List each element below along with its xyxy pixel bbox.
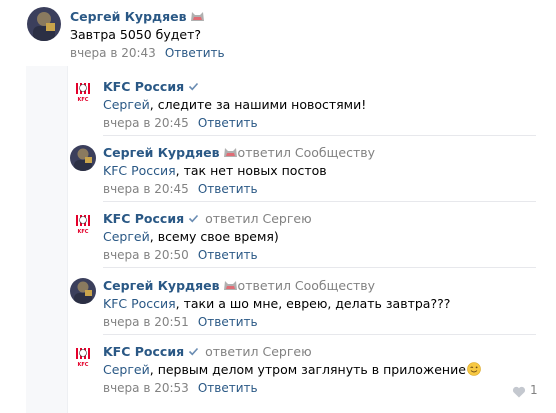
mention-link[interactable]: Сергей — [103, 362, 150, 377]
comment-date[interactable]: вчера в 20:50 — [103, 248, 189, 262]
cat-emoji-icon — [223, 281, 237, 290]
comment-author[interactable]: Сергей Курдяев — [103, 145, 220, 160]
comment-author[interactable]: Сергей Курдяев — [70, 9, 187, 24]
reply-button[interactable]: Ответить — [198, 116, 258, 130]
replied-to-link[interactable]: ответил Сергею — [205, 211, 312, 226]
comment-author[interactable]: KFC Россия — [103, 211, 184, 226]
wink-emoji-icon — [467, 362, 481, 376]
reply-button[interactable]: Ответить — [198, 315, 258, 329]
svg-text:KFC: KFC — [78, 362, 89, 368]
like-count[interactable]: 1 — [530, 383, 538, 397]
comment-date[interactable]: вчера в 20:45 — [103, 116, 189, 130]
verified-check-icon — [189, 214, 199, 223]
comment-text: , всему свое время) — [149, 229, 279, 244]
comment-text: , так нет новых постов — [175, 163, 327, 178]
kfc-logo-icon: KFC — [70, 211, 96, 237]
mention-link[interactable]: Сергей — [103, 229, 150, 244]
cat-emoji-icon — [223, 148, 237, 157]
comment-author[interactable]: Сергей Курдяев — [103, 278, 220, 293]
divider — [103, 267, 536, 268]
comment-date[interactable]: вчера в 20:51 — [103, 315, 189, 329]
divider — [103, 334, 536, 335]
kfc-logo-icon: KFC — [70, 344, 96, 370]
replied-to-link[interactable]: ответил Сообществу — [238, 145, 375, 160]
comment-text: Завтра 5050 будет? — [70, 27, 202, 42]
divider — [103, 135, 536, 136]
comment-author[interactable]: KFC Россия — [103, 344, 184, 359]
mention-link[interactable]: KFC Россия — [103, 163, 176, 178]
kfc-logo-icon: KFC — [70, 79, 96, 105]
comments-thread: Сергей Курдяев Завтра 5050 будет? вчера … — [0, 0, 556, 413]
reply-thread-background — [26, 66, 68, 413]
svg-text:KFC: KFC — [78, 97, 89, 103]
reply-button[interactable]: Ответить — [165, 46, 225, 60]
divider — [103, 201, 536, 202]
kfc-avatar[interactable]: KFC — [70, 79, 96, 105]
reply-button[interactable]: Ответить — [198, 248, 258, 262]
comment-text: , следите за нашими новостями! — [149, 97, 367, 112]
avatar[interactable] — [70, 145, 96, 171]
comment-text: , таки а шо мне, еврею, делать завтра??? — [175, 296, 451, 311]
like-heart-icon[interactable] — [512, 386, 526, 398]
kfc-avatar[interactable]: KFC — [70, 344, 96, 370]
avatar-photo — [70, 145, 96, 171]
cat-emoji-icon — [190, 12, 204, 21]
comment-date[interactable]: вчера в 20:45 — [103, 182, 189, 196]
svg-text:KFC: KFC — [78, 229, 89, 235]
reply-button[interactable]: Ответить — [198, 381, 258, 395]
avatar-photo — [27, 7, 61, 41]
comment-author[interactable]: KFC Россия — [103, 79, 184, 94]
mention-link[interactable]: Сергей — [103, 97, 150, 112]
comment-text: , первым делом утром заглянуть в приложе… — [149, 362, 466, 377]
replied-to-link[interactable]: ответил Сообществу — [238, 278, 375, 293]
verified-check-icon — [189, 82, 199, 91]
avatar-photo — [70, 278, 96, 304]
kfc-avatar[interactable]: KFC — [70, 211, 96, 237]
avatar[interactable] — [27, 7, 61, 41]
replied-to-link[interactable]: ответил Сергею — [205, 344, 312, 359]
verified-check-icon — [189, 347, 199, 356]
comment-date[interactable]: вчера в 20:43 — [70, 46, 156, 60]
comment-date[interactable]: вчера в 20:53 — [103, 381, 189, 395]
mention-link[interactable]: KFC Россия — [103, 296, 176, 311]
reply-button[interactable]: Ответить — [198, 182, 258, 196]
avatar[interactable] — [70, 278, 96, 304]
